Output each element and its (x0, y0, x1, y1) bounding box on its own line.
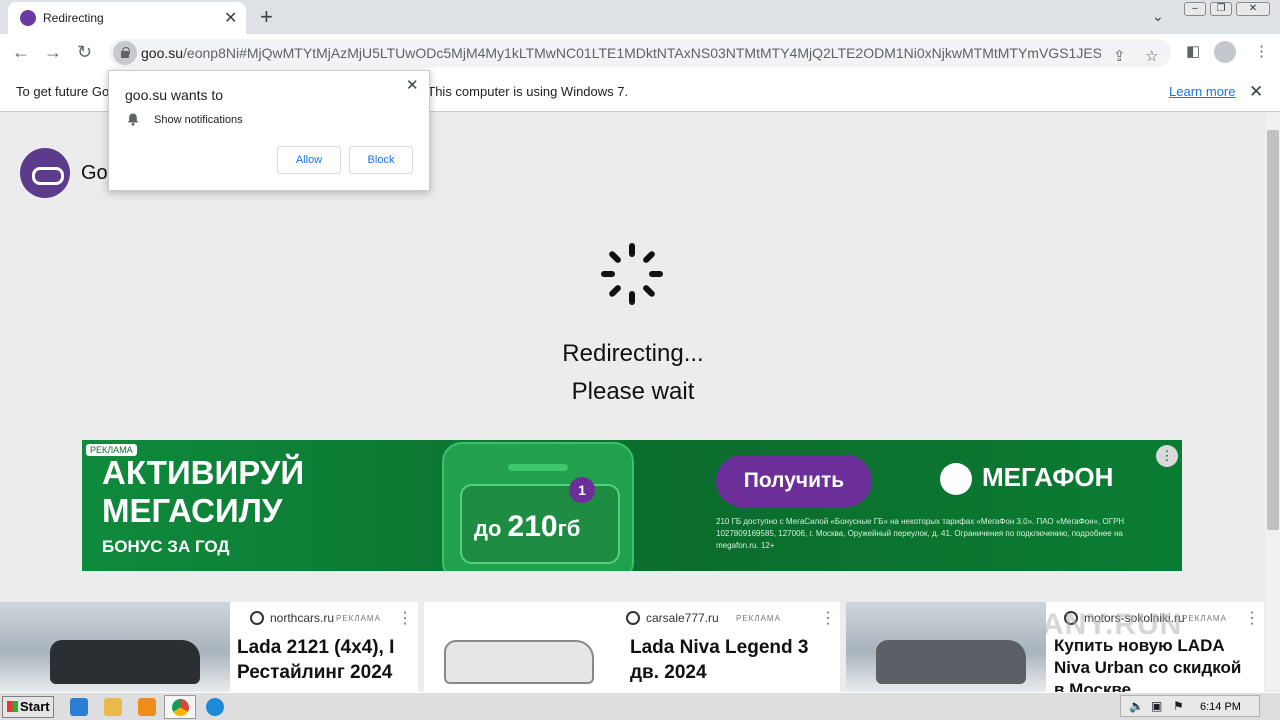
card-menu-icon[interactable]: ⋮ (397, 608, 413, 628)
url-path: /eonp8Ni#MjQwMTYtMjAzMjU5LTUwODc5MjM4My1… (183, 45, 1101, 61)
card-source-text: northcars.ru (270, 611, 335, 625)
ad-get-button[interactable]: Получить (716, 455, 872, 507)
card-title[interactable]: Lada 2121 (4x4), I Рестайлинг 2024 (237, 635, 407, 685)
card-source-text: carsale777.ru (646, 611, 719, 625)
ad-subline: БОНУС ЗА ГОД (102, 537, 230, 556)
new-tab-button[interactable]: + (260, 4, 273, 30)
card-title[interactable]: Lada Niva Legend 3 дв. 2024 (630, 635, 830, 685)
back-arrow-icon[interactable]: ← (12, 42, 30, 63)
card-ad-label: РЕКЛАМА (336, 614, 381, 623)
url-text[interactable]: goo.su/eonp8Ni#MjQwMTYtMjAzMjU5LTUwODc5M… (141, 45, 1101, 61)
megafon-logo: МЕГАФОН (940, 462, 1114, 496)
car-image (424, 602, 654, 692)
car-image (0, 602, 230, 692)
allow-button[interactable]: Allow (277, 146, 341, 174)
popup-title: goo.su wants to (125, 87, 224, 103)
site-icon (626, 610, 640, 625)
address-bar[interactable]: goo.su/eonp8Ni#MjQwMTYtMjAzMjU5LTUwODc5M… (109, 39, 1171, 67)
windows-taskbar: Start 🔈 ▣ ⚑ 6:14 PM (0, 692, 1280, 720)
ad-headline: АКТИВИРУЙ МЕГАСИЛУ (102, 454, 304, 530)
card-menu-icon[interactable]: ⋮ (820, 608, 836, 628)
tab-search-chevron-icon[interactable]: ⌄ (1152, 8, 1164, 25)
card-ad-label: РЕКЛАМА (736, 614, 781, 623)
megafon-brand: МЕГАФОН (982, 462, 1114, 492)
car-shape (50, 640, 200, 684)
file-explorer-icon[interactable] (104, 698, 122, 716)
notification-permission-popup: goo.su wants to ✕ Show notifications All… (108, 70, 430, 191)
card-title[interactable]: Купить новую LADA Niva Urban со скидкой … (1054, 635, 1254, 692)
tab-close-icon[interactable]: ✕ (224, 8, 237, 28)
bookmark-star-icon[interactable]: ☆ (1145, 47, 1158, 65)
card-source[interactable]: northcars.ru (250, 610, 335, 625)
profile-avatar-icon[interactable] (1214, 41, 1236, 63)
chrome-icon (172, 699, 189, 716)
ad-fine-print: 210 ГБ доступно с МегаСилой «Бонусные ГБ… (716, 517, 1125, 550)
kebab-menu-icon[interactable]: ⋮ (1254, 42, 1269, 60)
car-shape (444, 640, 594, 684)
window-close-icon[interactable]: ✕ (1236, 2, 1270, 16)
taskbar-clock[interactable]: 6:14 PM (1200, 701, 1241, 713)
volume-icon[interactable]: 🔈 (1129, 699, 1144, 713)
media-player-icon[interactable] (138, 698, 156, 716)
popup-close-icon[interactable]: ✕ (406, 76, 419, 94)
goo-su-logo-icon (20, 148, 70, 198)
lock-icon[interactable] (113, 41, 137, 65)
scrollbar-thumb[interactable] (1267, 130, 1279, 530)
info-bar-close-icon[interactable]: ✕ (1249, 82, 1263, 102)
steering-wheel-icon (250, 610, 264, 625)
chrome-taskbar-button[interactable] (164, 695, 196, 719)
offer-value: 210 (507, 510, 558, 543)
minimize-icon[interactable]: – (1184, 2, 1206, 16)
car-shape (876, 640, 1026, 684)
loading-spinner-icon (601, 243, 663, 305)
block-button[interactable]: Block (349, 146, 413, 174)
offer-prefix: до (474, 516, 508, 541)
popup-permission-item: Show notifications (154, 114, 243, 126)
ad-headline-line1: АКТИВИРУЙ (102, 454, 305, 491)
offer-unit: гб (557, 516, 581, 541)
network-icon[interactable]: ▣ (1151, 699, 1162, 713)
url-domain: goo.su (141, 45, 184, 61)
card-source[interactable]: carsale777.ru (626, 610, 719, 625)
tab-favicon-icon (20, 10, 36, 26)
reload-icon[interactable]: ↻ (77, 42, 92, 63)
phone-speaker (508, 464, 568, 471)
side-panel-icon[interactable]: ◧ (1186, 42, 1200, 60)
watermark: ANY.RUN (1042, 608, 1183, 641)
tab-redirecting[interactable]: Redirecting ✕ (8, 2, 246, 34)
ad-card-2[interactable]: carsale777.ru РЕКЛАМА ⋮ Lada Niva Legend… (424, 602, 840, 692)
share-icon[interactable]: ⇪ (1113, 47, 1126, 65)
tab-title: Redirecting (43, 11, 104, 25)
tab-strip: Redirecting ✕ + ⌄ – ❐ ✕ (0, 0, 1280, 34)
card-menu-icon[interactable]: ⋮ (1244, 608, 1260, 628)
ad-headline-line2: МЕГАСИЛУ (102, 492, 283, 529)
car-image (846, 602, 1046, 692)
bell-icon (127, 113, 139, 126)
action-center-flag-icon[interactable]: ⚑ (1173, 699, 1184, 713)
ad-phone-graphic: 1 до 210гб (442, 442, 634, 571)
internet-explorer-icon[interactable] (70, 698, 88, 716)
megafon-logo-icon (940, 463, 972, 496)
learn-more-link[interactable]: Learn more (1169, 84, 1235, 99)
redirecting-heading: Redirecting... (562, 340, 704, 367)
start-button[interactable]: Start (2, 696, 54, 718)
ad-badge: 1 (569, 477, 595, 503)
ad-menu-icon[interactable]: ⋮ (1156, 445, 1178, 467)
browser-toolbar: ← → ↻ goo.su/eonp8Ni#MjQwMTYtMjAzMjU5LTU… (0, 34, 1280, 72)
forward-arrow-icon[interactable]: → (44, 42, 62, 63)
megafon-ad-banner[interactable]: РЕКЛАМА АКТИВИРУЙ МЕГАСИЛУ БОНУС ЗА ГОД … (82, 440, 1182, 571)
restore-icon[interactable]: ❐ (1210, 2, 1232, 16)
card-ad-label: РЕКЛАМА (1182, 614, 1227, 623)
edge-icon[interactable] (206, 698, 224, 716)
ad-card-1[interactable]: northcars.ru РЕКЛАМА ⋮ Lada 2121 (4x4), … (0, 602, 418, 692)
ad-gb-offer: до 210гб (474, 510, 580, 544)
please-wait-text: Please wait (571, 378, 695, 405)
